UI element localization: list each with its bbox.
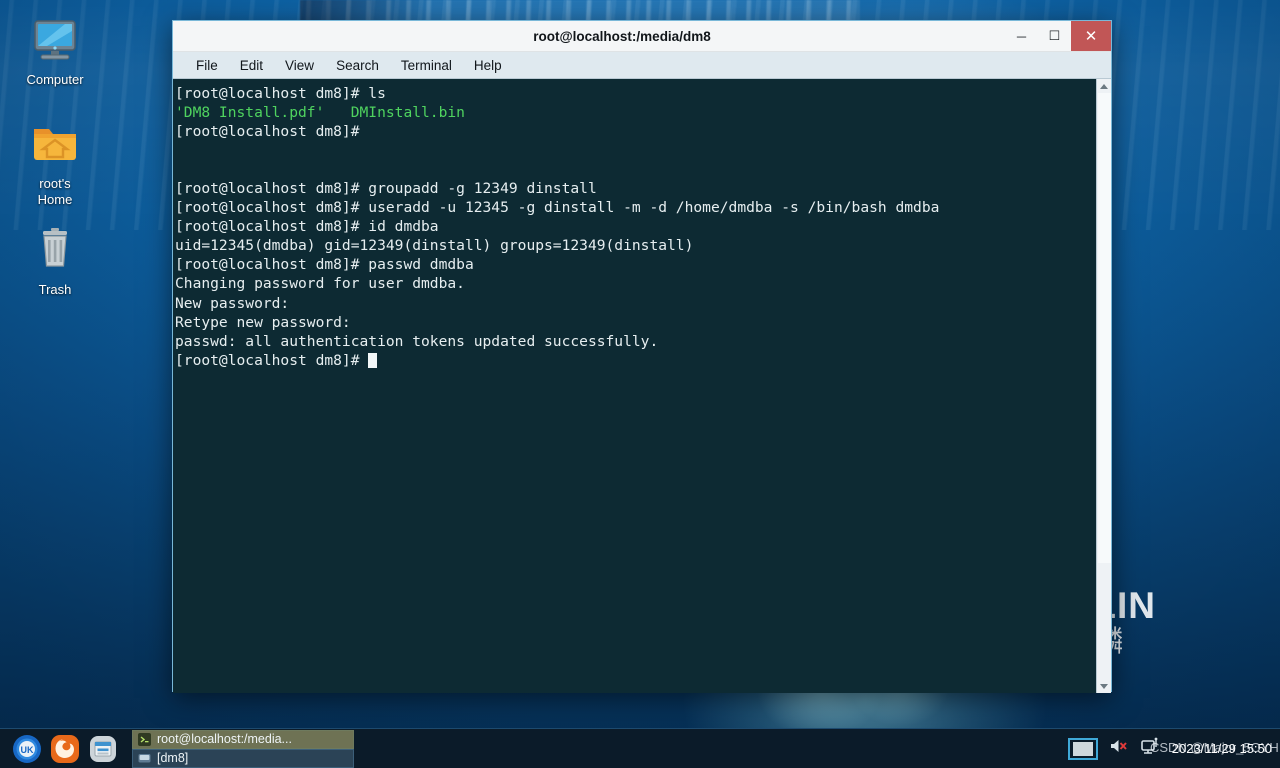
terminal-line-text: [root@localhost dm8]# [175,123,360,141]
terminal-line-text: [root@localhost dm8]# [175,351,369,369]
scrollbar-up-arrow[interactable] [1097,79,1112,93]
terminal-line: Changing password for user dmdba. [175,274,1096,293]
terminal-line: uid=12345(dmdba) gid=12349(dinstall) gro… [175,236,1096,255]
drive-icon [138,752,151,765]
taskbar-task-dm8[interactable]: [dm8] [132,748,354,768]
terminal-line: New password: [175,294,1096,313]
terminal-line-text: [root@localhost dm8]# id dmdba [175,218,439,236]
terminal-line: [root@localhost dm8]# [175,122,1096,141]
minimize-button[interactable]: ─ [1005,21,1038,51]
workspace-switcher[interactable] [1067,737,1098,760]
taskbar-window-list: root@localhost:/media... [dm8] [132,729,354,768]
desktop-icon-label: Computer [26,72,84,87]
desktop-icon-home[interactable]: root's Home [0,116,110,208]
maximize-button[interactable]: ☐ [1038,21,1071,51]
taskbar-task-label: root@localhost:/media... [157,732,292,746]
menu-bar: File Edit View Search Terminal Help [173,52,1111,79]
taskbar-task-terminal[interactable]: root@localhost:/media... [132,729,354,749]
close-button[interactable]: ✕ [1071,21,1111,51]
svg-text:UK: UK [21,745,34,755]
terminal-line: [root@localhost dm8]# groupadd -g 12349 … [175,179,1096,198]
taskbar: UK root@localhost:/media... [dm8] 2023/1… [0,728,1280,768]
terminal-line-text: [root@localhost dm8]# useradd -u 12345 -… [175,199,940,217]
menu-file[interactable]: File [185,55,229,76]
volume-muted-icon[interactable] [1108,736,1130,761]
terminal-line-text: Retype new password: [175,313,351,331]
terminal-output[interactable]: [root@localhost dm8]# ls 'DM8 Install.pdf… [173,79,1096,693]
menu-search[interactable]: Search [325,55,390,76]
network-icon[interactable] [1140,736,1162,761]
terminal-line: Retype new password: [175,313,1096,332]
window-titlebar[interactable]: root@localhost:/media/dm8 ─ ☐ ✕ [173,21,1111,52]
ukui-start-icon[interactable]: UK [12,734,42,764]
terminal-line: [root@localhost dm8]# passwd dmdba [175,255,1096,274]
terminal-line: [root@localhost dm8]# ls [175,84,1096,103]
terminal-line: [root@localhost dm8]# useradd -u 12345 -… [175,198,1096,217]
system-tray: 2023/11/29 15:50 [1067,736,1280,761]
terminal-line: [root@localhost dm8]# id dmdba [175,217,1096,236]
home-folder-icon [0,116,110,172]
terminal-line-text: passwd: all authentication tokens update… [175,332,659,350]
desktop-icon-label: Trash [38,282,72,297]
trash-icon [0,222,110,278]
terminal-body[interactable]: [root@localhost dm8]# ls 'DM8 Install.pdf… [173,79,1111,693]
monitor-icon [0,12,110,68]
menu-help[interactable]: Help [463,55,513,76]
terminal-line-text: [root@localhost dm8]# groupadd -g 12349 … [175,180,597,198]
terminal-icon [138,732,151,746]
taskbar-clock[interactable]: 2023/11/29 15:50 [1172,741,1272,756]
terminal-scrollbar[interactable] [1096,79,1111,693]
scrollbar-thumb[interactable] [1098,93,1111,563]
firefox-icon[interactable] [50,734,80,764]
window-title: root@localhost:/media/dm8 [533,28,711,44]
taskbar-launchers: UK [0,734,118,764]
terminal-line: 'DM8 Install.pdf' DMInstall.bin [175,103,1096,122]
menu-terminal[interactable]: Terminal [390,55,463,76]
terminal-window[interactable]: root@localhost:/media/dm8 ─ ☐ ✕ File Edi… [172,20,1112,693]
menu-edit[interactable]: Edit [229,55,274,76]
file-manager-icon[interactable] [88,734,118,764]
terminal-line-text: uid=12345(dmdba) gid=12349(dinstall) gro… [175,237,694,255]
terminal-line-text: Changing password for user dmdba. [175,275,465,293]
menu-view[interactable]: View [274,55,325,76]
desktop-icon-label-line2: Home [37,192,73,207]
terminal-cursor [368,352,378,368]
terminal-line-text: 'DM8 Install.pdf' DMInstall.bin [175,104,465,122]
desktop-icon-trash[interactable]: Trash [0,222,110,298]
terminal-line-text: New password: [175,294,290,312]
terminal-line-text: [root@localhost dm8]# ls [175,85,386,102]
desktop-icon-label-line1: root's [39,176,71,191]
taskbar-task-label: [dm8] [157,751,189,765]
desktop-icon-computer[interactable]: Computer [0,12,110,88]
terminal-line: [root@localhost dm8]# [175,351,1096,370]
terminal-line-text: [root@localhost dm8]# passwd dmdba [175,256,474,274]
terminal-line: passwd: all authentication tokens update… [175,332,1096,351]
scrollbar-down-arrow[interactable] [1097,679,1112,693]
